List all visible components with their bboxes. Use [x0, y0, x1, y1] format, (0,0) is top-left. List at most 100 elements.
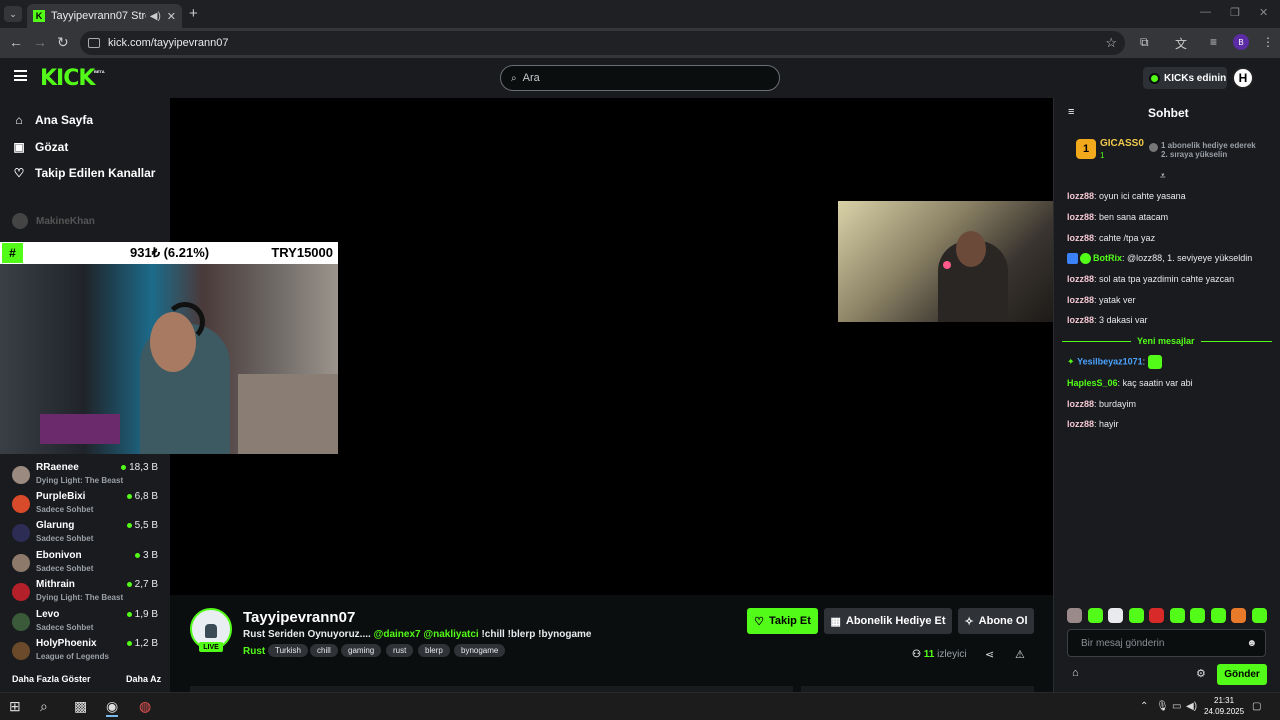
sidebar-channel[interactable]: Glarung Sadece Sohbet 5,5 B — [10, 520, 160, 548]
taskbar-clock[interactable]: 21:31 24.09.2025 — [1204, 695, 1244, 717]
chrome-icon[interactable]: ◉ — [106, 698, 119, 717]
speaker-icon[interactable]: ◀) — [150, 11, 161, 22]
taskbar-app-icon[interactable]: ▩ — [74, 698, 87, 715]
sidebar-channel[interactable]: Levo Sadece Sohbet 1,9 B — [10, 609, 160, 637]
tray-chevron-icon[interactable]: ⌃ — [1140, 701, 1148, 712]
reload-icon[interactable]: ↻ — [57, 34, 69, 51]
close-tab-icon[interactable]: ✕ — [167, 10, 176, 23]
chat-username[interactable]: lozz88 — [1067, 274, 1094, 284]
show-more-button[interactable]: Daha Fazla Göster — [12, 674, 91, 684]
close-window-icon[interactable]: ✕ — [1259, 6, 1268, 19]
emote-icon[interactable] — [1251, 608, 1267, 623]
sidebar-channel[interactable]: Mithrain Dying Light: The Beast 2,7 B — [10, 579, 160, 607]
back-icon[interactable]: ← — [9, 34, 23, 50]
chat-username[interactable]: lozz88 — [1067, 233, 1094, 243]
stream-tag[interactable]: blerp — [418, 644, 450, 657]
report-icon[interactable]: ⚠ — [1015, 648, 1025, 661]
stream-tag[interactable]: gaming — [341, 644, 382, 657]
sidebar-item-browse[interactable]: ▣ Gözat — [12, 140, 68, 154]
gift-sub-button[interactable]: ▦ Abonelik Hediye Et — [824, 608, 952, 634]
expand-leaderboard-icon[interactable]: ⩡ — [1160, 171, 1166, 182]
chat-username[interactable]: lozz88 — [1067, 212, 1094, 222]
emote-icon[interactable] — [1128, 608, 1144, 623]
chat-username[interactable]: lozz88 — [1067, 295, 1094, 305]
browser-tab[interactable]: K Tayyipevrann07 Stream - W ◀) ✕ — [27, 4, 182, 28]
stream-tag[interactable]: Turkish — [268, 644, 308, 657]
kick-logo[interactable]: KICK — [40, 66, 95, 91]
sidebar-channel[interactable]: Ebonivon Sadece Sohbet 3 B — [10, 550, 160, 578]
send-button[interactable]: Gönder — [1217, 664, 1267, 685]
emote-icon[interactable] — [1210, 608, 1226, 623]
url-field[interactable]: kick.com/tayyipevrann07 ☆ — [80, 31, 1125, 55]
taskbar-search-icon[interactable]: ⌕ — [40, 698, 48, 715]
chat-message: lozz88: oyun ici cahte yasana — [1067, 191, 1186, 201]
streamer-name[interactable]: Tayyipevrann07 — [243, 609, 355, 626]
sidebar-item-home[interactable]: ⌂ Ana Sayfa — [12, 113, 93, 127]
browser-menu-icon[interactable]: ⋮ — [1262, 35, 1274, 49]
stream-tag[interactable]: chill — [310, 644, 338, 657]
volume-icon[interactable]: ◀) — [1186, 701, 1197, 712]
chat-username[interactable]: lozz88 — [1067, 191, 1094, 201]
clock-date: 24.09.2025 — [1204, 707, 1245, 716]
network-icon[interactable]: ▭ — [1172, 701, 1181, 712]
emote-icon[interactable] — [1190, 608, 1206, 623]
mention-link[interactable]: @nakliyatci — [423, 629, 478, 640]
site-info-icon[interactable] — [88, 38, 100, 48]
media-control-icon[interactable]: ≡ — [1210, 35, 1217, 49]
mention-link[interactable]: @dainex7 — [374, 629, 421, 640]
chat-username[interactable]: lozz88 — [1067, 399, 1094, 409]
emote-icon[interactable] — [1149, 608, 1165, 623]
translate-icon[interactable]: 文 — [1175, 35, 1187, 52]
chat-settings-icon[interactable]: ⚙ — [1196, 667, 1206, 680]
pip-stream-video[interactable] — [0, 264, 338, 454]
sidebar-channel[interactable]: HolyPhoenix League of Legends 1,2 B — [10, 638, 160, 666]
minimize-icon[interactable]: — — [1200, 6, 1211, 18]
bed-scene — [238, 374, 338, 454]
emote-icon[interactable] — [1108, 608, 1124, 623]
offline-channel[interactable]: MakineKhan — [12, 213, 95, 229]
chat-store-icon[interactable]: ⌂ — [1072, 667, 1079, 679]
windows-start-icon[interactable]: ⊞ — [9, 698, 21, 715]
chat-username[interactable]: lozz88 — [1067, 315, 1094, 325]
menu-hamburger-icon[interactable] — [14, 70, 27, 81]
chat-text: oyun ici cahte yasana — [1099, 191, 1186, 201]
subscribe-button[interactable]: ✧ Abone Ol — [958, 608, 1034, 634]
emote-icon[interactable] — [1087, 608, 1103, 623]
stream-tag[interactable]: rust — [386, 644, 414, 657]
show-less-button[interactable]: Daha Az — [126, 674, 161, 684]
emote-icon[interactable] — [1231, 608, 1247, 623]
new-tab-button[interactable]: + — [189, 5, 198, 22]
bookmark-star-icon[interactable]: ☆ — [1105, 35, 1117, 51]
collapse-chat-icon[interactable]: ≡ — [1068, 106, 1074, 118]
taskbar-app2-icon[interactable]: ◍ — [139, 698, 151, 715]
get-kicks-button[interactable]: KICKs edinin — [1143, 67, 1227, 89]
notification-icon[interactable]: ▢ — [1252, 701, 1261, 712]
tab-search-button[interactable]: ⌄ — [4, 6, 22, 22]
chat-username[interactable]: BotRix — [1093, 253, 1122, 263]
chat-username[interactable]: Yesilbeyaz1071 — [1077, 356, 1143, 366]
search-input[interactable]: ⌕ Ara — [500, 65, 780, 91]
stream-category[interactable]: Rust — [243, 646, 265, 657]
chat-username[interactable]: HaplesS_06 — [1067, 378, 1118, 388]
chat-message-input[interactable]: Bir mesaj gönderin ☻ — [1067, 629, 1266, 657]
sparkle-badge-icon: ✦ — [1067, 356, 1075, 367]
microphone-icon[interactable]: 🎙︎ — [1156, 701, 1169, 712]
restore-icon[interactable]: ❐ — [1230, 6, 1240, 19]
user-avatar[interactable]: H — [1232, 67, 1254, 89]
sidebar-channel[interactable]: RRaenee Dying Light: The Beast 18,3 B — [10, 462, 160, 490]
share-icon[interactable]: ⋖ — [985, 648, 994, 661]
stream-title-prefix: Rust Seriden Oynuyoruz.... — [243, 629, 374, 640]
sidebar-channel[interactable]: PurpleBixi Sadece Sohbet 6,8 B — [10, 491, 160, 519]
sidebar-item-following[interactable]: ♡ Takip Edilen Kanallar — [12, 166, 156, 180]
forward-icon[interactable]: → — [33, 34, 47, 50]
follow-button[interactable]: ♡ Takip Et — [747, 608, 818, 634]
browser-profile-avatar[interactable]: B — [1233, 34, 1249, 50]
emote-icon[interactable] — [1169, 608, 1185, 623]
extensions-icon[interactable]: ⧉ — [1140, 35, 1149, 50]
chat-username[interactable]: lozz88 — [1067, 419, 1094, 429]
emote-icon[interactable] — [1067, 608, 1082, 623]
goal-progress-text: 931₺ (6.21%) — [130, 245, 210, 260]
top-gifter-name[interactable]: GICASS0 — [1100, 138, 1144, 149]
stream-tag[interactable]: bynogame — [454, 644, 506, 657]
emoji-picker-icon[interactable]: ☻ — [1246, 638, 1257, 649]
